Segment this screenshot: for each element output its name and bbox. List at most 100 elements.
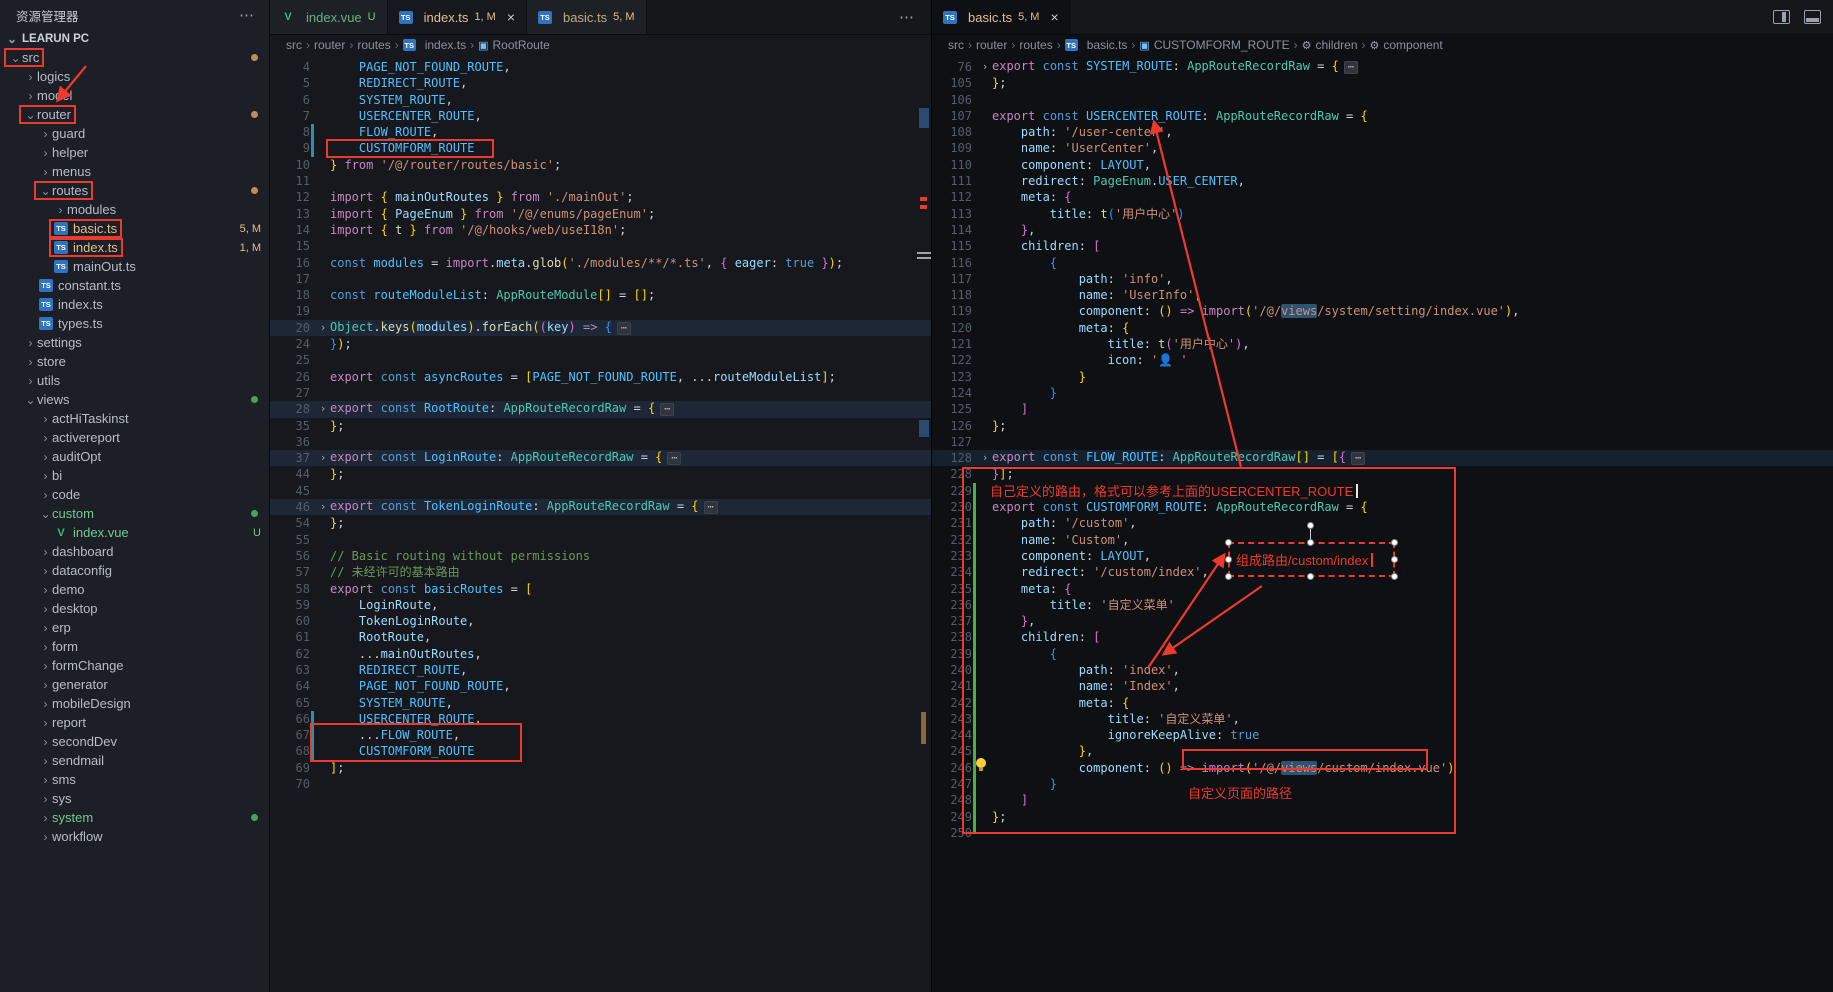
- fold-chevron-icon[interactable]: ›: [978, 450, 992, 466]
- tree-item-bi[interactable]: ›bi: [0, 466, 269, 485]
- breadcrumb-item-src[interactable]: src: [286, 38, 302, 52]
- tree-item-src[interactable]: ⌄src: [0, 48, 269, 67]
- code-line[interactable]: 27: [270, 385, 931, 401]
- fold-chevron-icon[interactable]: ›: [316, 320, 330, 336]
- code-line[interactable]: 234 redirect: '/custom/index',: [932, 564, 1833, 580]
- code-line[interactable]: 106: [932, 92, 1833, 108]
- code-line[interactable]: 116 {: [932, 255, 1833, 271]
- code-line[interactable]: 228}];: [932, 466, 1833, 482]
- code-line[interactable]: 8 FLOW_ROUTE,: [270, 124, 931, 140]
- code-line[interactable]: 120 meta: {: [932, 320, 1833, 336]
- tree-item-system[interactable]: ›system: [0, 808, 269, 827]
- tree-item-logics[interactable]: ›logics: [0, 67, 269, 86]
- code-line[interactable]: 16const modules = import.meta.glob('./mo…: [270, 255, 931, 271]
- code-line[interactable]: 26export const asyncRoutes = [PAGE_NOT_F…: [270, 369, 931, 385]
- code-line[interactable]: 108 path: '/user-center',: [932, 124, 1833, 140]
- code-line[interactable]: 109 name: 'UserCenter',: [932, 140, 1833, 156]
- code-line[interactable]: 63 REDIRECT_ROUTE,: [270, 662, 931, 678]
- code-line[interactable]: 105};: [932, 75, 1833, 91]
- tree-item-form[interactable]: ›form: [0, 637, 269, 656]
- code-line[interactable]: 236 title: '自定义菜单': [932, 597, 1833, 613]
- code-line[interactable]: 126};: [932, 418, 1833, 434]
- tree-item-custom[interactable]: ⌄custom: [0, 504, 269, 523]
- code-line[interactable]: 250: [932, 825, 1833, 841]
- close-icon[interactable]: ×: [1050, 10, 1058, 24]
- tree-item-demo[interactable]: ›demo: [0, 580, 269, 599]
- tree-item-secondDev[interactable]: ›secondDev: [0, 732, 269, 751]
- code-line[interactable]: 68 CUSTOMFORM_ROUTE: [270, 743, 931, 759]
- code-line[interactable]: 237 },: [932, 613, 1833, 629]
- more-actions-icon[interactable]: ⋯: [899, 8, 915, 26]
- breadcrumb-item-index.ts[interactable]: TSindex.ts: [403, 38, 466, 52]
- code-line[interactable]: 249};: [932, 809, 1833, 825]
- folded-code-ellipsis[interactable]: ⋯: [1351, 452, 1365, 465]
- code-line[interactable]: 245 },: [932, 743, 1833, 759]
- breadcrumb-item-router[interactable]: router: [314, 38, 345, 52]
- folded-code-ellipsis[interactable]: ⋯: [617, 322, 631, 335]
- tree-item-router[interactable]: ⌄router: [0, 105, 269, 124]
- code-line[interactable]: 114 },: [932, 222, 1833, 238]
- tree-item-sys[interactable]: ›sys: [0, 789, 269, 808]
- tree-item-desktop[interactable]: ›desktop: [0, 599, 269, 618]
- tree-item-sendmail[interactable]: ›sendmail: [0, 751, 269, 770]
- code-line[interactable]: 117 path: 'info',: [932, 271, 1833, 287]
- code-line[interactable]: 20›Object.keys(modules).forEach((key) =>…: [270, 320, 931, 336]
- fold-chevron-icon[interactable]: ›: [316, 401, 330, 417]
- code-line[interactable]: 36: [270, 434, 931, 450]
- tree-item-index.ts[interactable]: TSindex.ts: [0, 295, 269, 314]
- tree-item-dashboard[interactable]: ›dashboard: [0, 542, 269, 561]
- tree-item-auditOpt[interactable]: ›auditOpt: [0, 447, 269, 466]
- code-line[interactable]: 28›export const RootRoute: AppRouteRecor…: [270, 401, 931, 417]
- project-section-header[interactable]: ⌄ LEARUN PC: [0, 30, 269, 48]
- code-line[interactable]: 230export const CUSTOMFORM_ROUTE: AppRou…: [932, 499, 1833, 515]
- code-line[interactable]: 111 redirect: PageEnum.USER_CENTER,: [932, 173, 1833, 189]
- tab-basic.ts[interactable]: TSbasic.ts5, M×: [932, 0, 1071, 34]
- code-line[interactable]: 119 component: () => import('/@/views/sy…: [932, 303, 1833, 319]
- code-line[interactable]: 58export const basicRoutes = [: [270, 581, 931, 597]
- tree-item-mainOut.ts[interactable]: TSmainOut.ts: [0, 257, 269, 276]
- fold-chevron-icon[interactable]: ›: [316, 450, 330, 466]
- code-line[interactable]: 54};: [270, 515, 931, 531]
- code-line[interactable]: 246 component: () => import('/@/views/cu…: [932, 760, 1833, 776]
- breadcrumb-item-children[interactable]: ⚙children: [1302, 38, 1358, 52]
- code-line[interactable]: 233 component: LAYOUT,: [932, 548, 1833, 564]
- tree-item-sms[interactable]: ›sms: [0, 770, 269, 789]
- code-line[interactable]: 10} from '/@/router/routes/basic';: [270, 157, 931, 173]
- tree-item-activereport[interactable]: ›activereport: [0, 428, 269, 447]
- folded-code-ellipsis[interactable]: ⋯: [660, 403, 674, 416]
- code-line[interactable]: 14import { t } from '/@/hooks/web/useI18…: [270, 222, 931, 238]
- code-line[interactable]: 122 icon: '👤 ': [932, 352, 1833, 368]
- tree-item-index.vue[interactable]: Vindex.vueU: [0, 523, 269, 542]
- code-line[interactable]: 243 title: '自定义菜单',: [932, 711, 1833, 727]
- code-line[interactable]: 235 meta: {: [932, 581, 1833, 597]
- folded-code-ellipsis[interactable]: ⋯: [1344, 61, 1358, 74]
- breadcrumb-item-basic.ts[interactable]: TSbasic.ts: [1065, 38, 1128, 52]
- folded-code-ellipsis[interactable]: ⋯: [704, 501, 718, 514]
- code-line[interactable]: 66 USERCENTER_ROUTE,: [270, 711, 931, 727]
- code-line[interactable]: 55: [270, 532, 931, 548]
- code-line[interactable]: 70: [270, 776, 931, 792]
- tree-item-constant.ts[interactable]: TSconstant.ts: [0, 276, 269, 295]
- code-line[interactable]: 61 RootRoute,: [270, 629, 931, 645]
- code-line[interactable]: 56// Basic routing without permissions: [270, 548, 931, 564]
- code-line[interactable]: 69];: [270, 760, 931, 776]
- breadcrumb-item-CUSTOMFORM_ROUTE[interactable]: ▣CUSTOMFORM_ROUTE: [1139, 38, 1289, 52]
- tree-item-types.ts[interactable]: TStypes.ts: [0, 314, 269, 333]
- code-line[interactable]: 12import { mainOutRoutes } from './mainO…: [270, 189, 931, 205]
- code-line[interactable]: 115 children: [: [932, 238, 1833, 254]
- code-line[interactable]: 60 TokenLoginRoute,: [270, 613, 931, 629]
- code-line[interactable]: 7 USERCENTER_ROUTE,: [270, 108, 931, 124]
- tree-item-erp[interactable]: ›erp: [0, 618, 269, 637]
- code-line[interactable]: 229: [932, 483, 1833, 499]
- code-line[interactable]: 107export const USERCENTER_ROUTE: AppRou…: [932, 108, 1833, 124]
- tree-item-workflow[interactable]: ›workflow: [0, 827, 269, 846]
- code-line[interactable]: 67 ...FLOW_ROUTE,: [270, 727, 931, 743]
- tab-index.vue[interactable]: Vindex.vueU: [270, 0, 388, 34]
- breadcrumb-item-src[interactable]: src: [948, 38, 964, 52]
- code-line[interactable]: 118 name: 'UserInfo',: [932, 287, 1833, 303]
- code-line[interactable]: 238 children: [: [932, 629, 1833, 645]
- code-line[interactable]: 110 component: LAYOUT,: [932, 157, 1833, 173]
- code-line[interactable]: 5 REDIRECT_ROUTE,: [270, 75, 931, 91]
- code-line[interactable]: 62 ...mainOutRoutes,: [270, 646, 931, 662]
- code-line[interactable]: 112 meta: {: [932, 189, 1833, 205]
